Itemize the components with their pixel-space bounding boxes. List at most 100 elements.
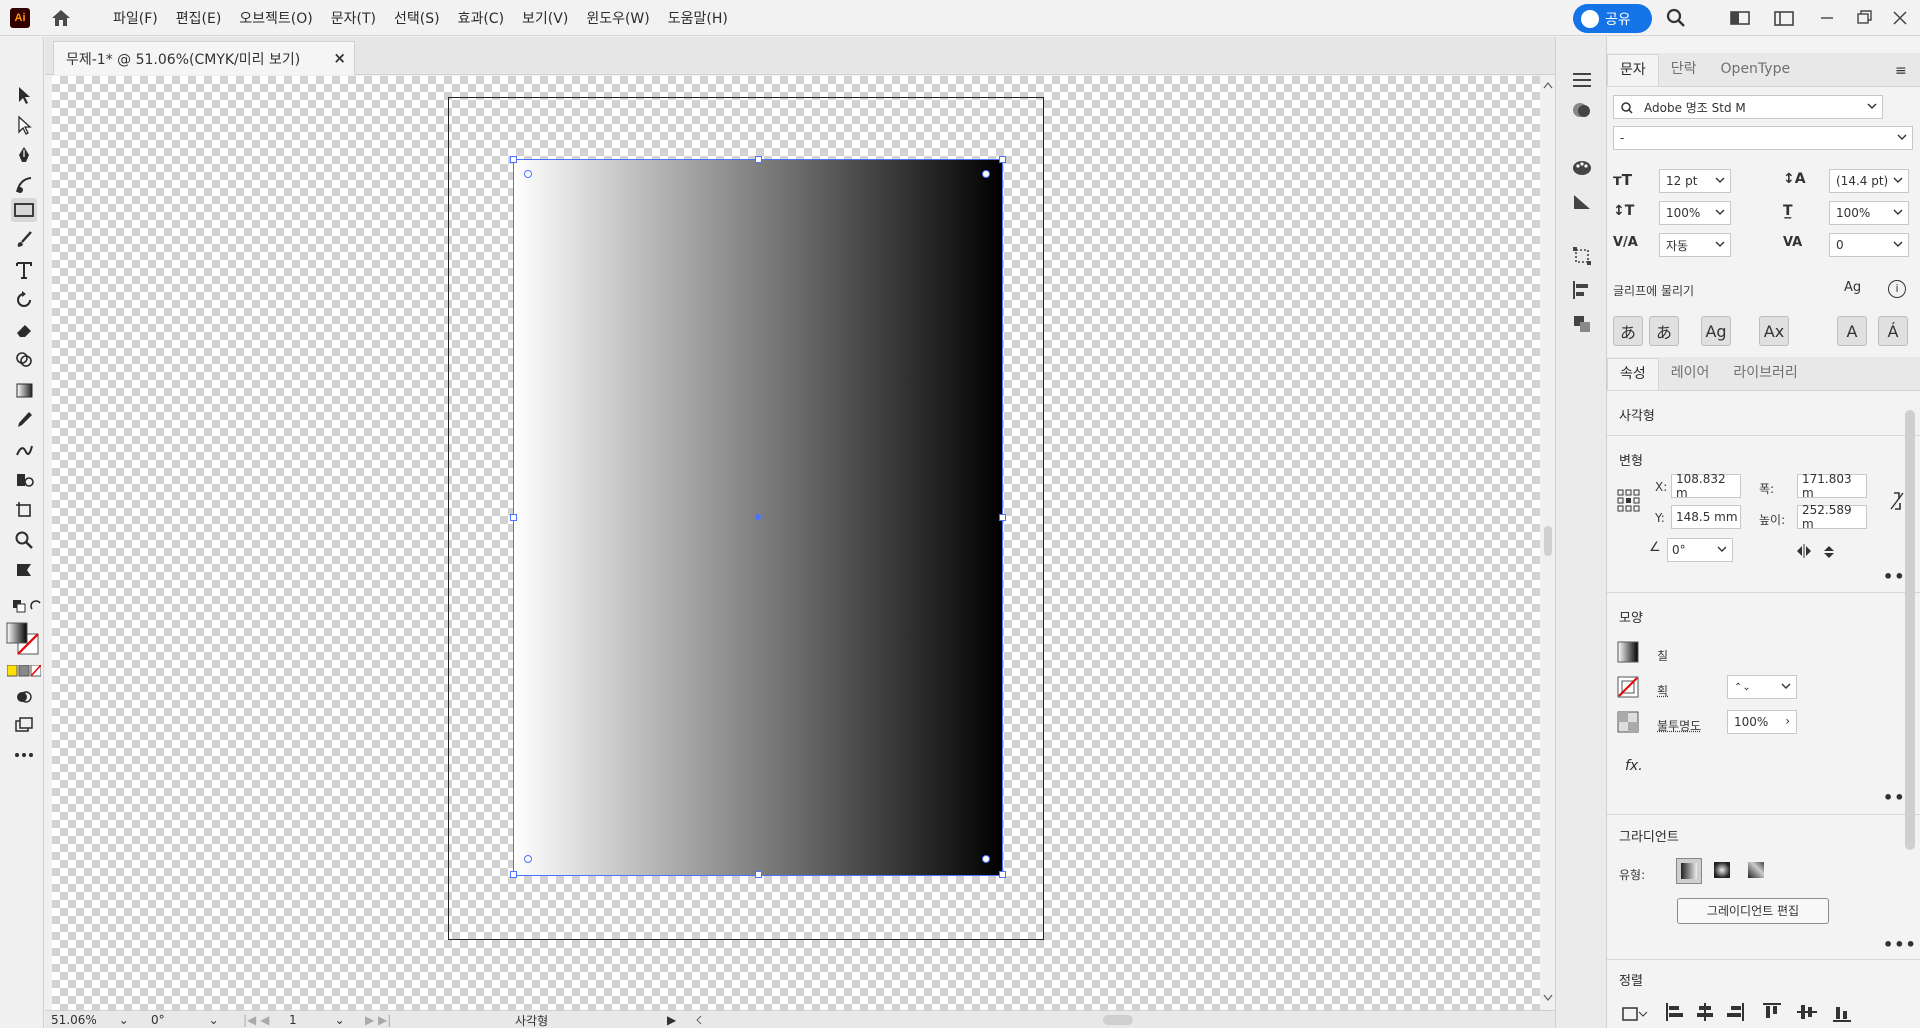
eraser-tool-icon[interactable] — [11, 318, 37, 342]
glyph-button[interactable]: あ — [1613, 316, 1643, 346]
pen-tool-icon[interactable] — [11, 143, 37, 167]
minimize-icon[interactable] — [1815, 7, 1839, 29]
glyph-button[interactable]: Ag — [1701, 316, 1731, 346]
restore-icon[interactable] — [1852, 7, 1876, 29]
bounding-handle[interactable] — [999, 871, 1006, 878]
direct-selection-tool-icon[interactable] — [11, 113, 37, 137]
menu-object[interactable]: 오브젝트(O) — [230, 8, 321, 28]
screen-mode-icon[interactable] — [11, 713, 37, 737]
shape-builder-tool-icon[interactable] — [11, 348, 37, 372]
menu-effect[interactable]: 효과(C) — [449, 8, 513, 28]
menu-help[interactable]: 도움말(H) — [659, 8, 737, 28]
horizontal-scale-field[interactable]: 100% — [1829, 201, 1909, 225]
bounding-handle[interactable] — [755, 156, 762, 163]
transform-icon[interactable] — [1570, 245, 1594, 267]
canvas[interactable] — [52, 76, 1540, 1010]
freeform-gradient-icon[interactable] — [1744, 858, 1770, 884]
flip-horizontal-icon[interactable] — [1794, 543, 1814, 559]
height-field[interactable]: 252.589 m — [1797, 503, 1867, 531]
next-artboard-icons[interactable]: ▶ ▶| — [365, 1012, 405, 1028]
glyph-button[interactable]: A — [1837, 316, 1867, 346]
type-tool-icon[interactable] — [11, 258, 37, 282]
glyph-button[interactable]: Ax — [1759, 316, 1789, 346]
properties-icon[interactable] — [1570, 69, 1594, 91]
font-family-select[interactable]: Adobe 명조 Std M — [1613, 95, 1883, 119]
bounding-handle[interactable] — [510, 871, 517, 878]
menu-view[interactable]: 보기(V) — [513, 8, 577, 28]
close-icon[interactable] — [1888, 7, 1912, 29]
align-panel-icon[interactable] — [1570, 279, 1594, 301]
radial-gradient-icon[interactable] — [1710, 858, 1736, 884]
fx-button[interactable]: fx. — [1625, 758, 1643, 774]
color-palette-icon[interactable] — [1570, 157, 1594, 179]
angle-field[interactable]: 0° — [1667, 538, 1733, 562]
close-tab-icon[interactable]: × — [333, 49, 346, 67]
tab-layers[interactable]: 레이어 — [1659, 358, 1722, 390]
tracking-field[interactable]: 0 — [1829, 233, 1909, 257]
panel-scrollbar[interactable] — [1905, 410, 1915, 850]
flip-vertical-icon[interactable] — [1821, 543, 1837, 561]
status-menu-arrow[interactable]: ▶ — [667, 1012, 677, 1028]
more-tools-icon[interactable] — [11, 743, 37, 767]
paintbrush-tool-icon[interactable] — [11, 228, 37, 252]
menu-file[interactable]: 파일(F) — [104, 8, 167, 28]
tab-libraries[interactable]: 라이브러리 — [1721, 358, 1809, 390]
pathfinder-icon[interactable] — [1570, 313, 1594, 335]
edit-gradient-button[interactable]: 그레이디언트 편집 — [1677, 898, 1829, 924]
selection-tool-icon[interactable] — [11, 83, 37, 107]
gradient-panel-icon[interactable] — [1570, 191, 1594, 213]
gradient-rectangle[interactable] — [510, 156, 1006, 878]
tab-character[interactable]: 문자 — [1607, 54, 1659, 86]
color-mode-buttons[interactable] — [7, 665, 41, 677]
menu-edit[interactable]: 편집(E) — [167, 8, 231, 28]
leading-field[interactable]: (14.4 pt) — [1829, 169, 1909, 193]
stroke-swatch-icon[interactable] — [1617, 676, 1639, 698]
drawing-modes-icon[interactable] — [11, 685, 37, 709]
rectangle-tool-icon[interactable] — [11, 198, 37, 222]
info-icon[interactable]: i — [1888, 280, 1906, 298]
document-tab[interactable]: 무제-1* @ 51.06%(CMYK/미리 보기) × — [53, 41, 355, 75]
search-icon[interactable] — [1664, 7, 1688, 29]
x-field[interactable]: 108.832 m — [1671, 472, 1741, 500]
glyph-button[interactable]: あ — [1649, 316, 1679, 346]
zoom-level[interactable]: 51.06% ⌄ — [51, 1012, 131, 1028]
opacity-field[interactable]: 100% › — [1727, 710, 1797, 734]
reference-point-icon[interactable] — [1617, 489, 1641, 513]
stroke-label[interactable]: 획 — [1657, 682, 1668, 699]
font-size-field[interactable]: 12 pt — [1659, 169, 1731, 193]
corner-widget[interactable] — [982, 170, 990, 178]
stroke-weight-field[interactable]: ⌃⌄ — [1727, 675, 1797, 699]
constrain-proportions-icon[interactable] — [1887, 489, 1907, 513]
horizontal-scrollbar[interactable] — [693, 1012, 1573, 1028]
appearance-icon[interactable] — [1570, 99, 1594, 121]
curvature-tool-icon[interactable] — [11, 173, 37, 197]
vertical-scale-field[interactable]: 100% — [1659, 201, 1731, 225]
linear-gradient-icon[interactable] — [1676, 858, 1702, 884]
corner-widget[interactable] — [524, 855, 532, 863]
tab-opentype[interactable]: OpenType — [1709, 54, 1803, 86]
font-style-select[interactable]: - — [1613, 126, 1913, 150]
y-field[interactable]: 148.5 mm — [1671, 505, 1741, 529]
width-field[interactable]: 171.803 m — [1797, 472, 1867, 500]
artboard-tool-icon[interactable] — [11, 498, 37, 522]
menu-select[interactable]: 선택(S) — [385, 8, 449, 28]
swap-arrow-icon[interactable] — [28, 594, 44, 618]
arrange-documents-icon[interactable] — [1772, 7, 1796, 29]
share-button[interactable]: 공유 — [1573, 4, 1652, 33]
workspace-icon[interactable] — [1728, 7, 1752, 29]
corner-widget[interactable] — [982, 855, 990, 863]
panel-menu-icon[interactable]: ≡ — [1895, 63, 1907, 79]
fill-swatch-icon[interactable] — [1617, 641, 1639, 663]
rotate-tool-icon[interactable] — [11, 288, 37, 312]
symbol-sprayer-tool-icon[interactable] — [11, 468, 37, 492]
home-icon[interactable] — [48, 6, 74, 30]
opacity-label[interactable]: 불투명도 — [1657, 717, 1701, 734]
fill-stroke-swatch[interactable] — [6, 622, 42, 658]
vertical-scrollbar[interactable] — [1540, 76, 1556, 1010]
align-buttons[interactable] — [1621, 1000, 1911, 1024]
bounding-handle[interactable] — [999, 514, 1006, 521]
glyph-button[interactable]: Á — [1878, 316, 1908, 346]
bounding-handle[interactable] — [755, 871, 762, 878]
bounding-handle[interactable] — [999, 156, 1006, 163]
prev-artboard-icons[interactable]: |◀ ◀ — [243, 1012, 283, 1028]
